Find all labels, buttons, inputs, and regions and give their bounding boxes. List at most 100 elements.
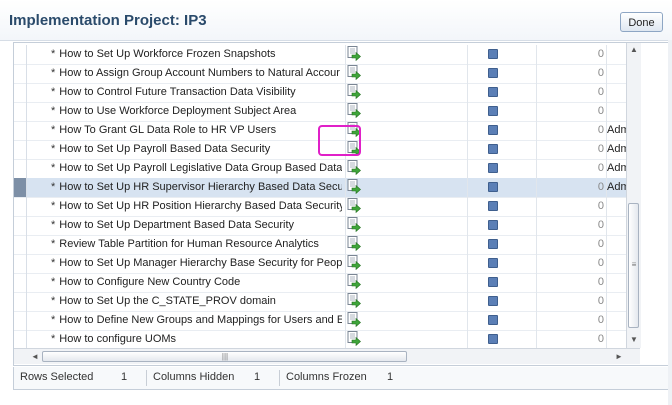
task-name: How to Use Workforce Deployment Subject … bbox=[59, 105, 297, 117]
column-divider bbox=[345, 292, 346, 311]
go-to-task-icon[interactable] bbox=[347, 103, 361, 118]
table-row[interactable]: * How to Set Up the C_STATE_PROV domain 0 bbox=[14, 292, 626, 312]
task-name: How to Define New Groups and Mappings fo… bbox=[59, 314, 342, 326]
horizontal-scroll-thumb[interactable]: ||| bbox=[42, 351, 407, 362]
table-row[interactable]: * How to Control Future Transaction Data … bbox=[14, 83, 626, 103]
row-selector[interactable] bbox=[14, 330, 27, 349]
status-square-icon bbox=[488, 182, 498, 192]
table-row[interactable]: * How to configure UOMs 0 bbox=[14, 330, 626, 350]
task-name-cell: * How to Assign Group Account Numbers to … bbox=[51, 64, 342, 83]
row-selector[interactable] bbox=[14, 159, 27, 178]
count-cell: 0 bbox=[597, 314, 604, 326]
vertical-scrollbar[interactable]: ▲ ≡ ▼ bbox=[626, 43, 641, 348]
task-name: How to Assign Group Account Numbers to N… bbox=[59, 67, 340, 79]
column-divider bbox=[345, 254, 346, 273]
done-button[interactable]: Done bbox=[620, 12, 663, 32]
scroll-right-button[interactable]: ► bbox=[612, 350, 626, 363]
row-selector[interactable] bbox=[14, 235, 27, 254]
assigned-cell bbox=[607, 330, 627, 349]
go-to-task-icon[interactable] bbox=[347, 65, 361, 80]
column-divider bbox=[536, 83, 537, 102]
table-row[interactable]: * How to Use Workforce Deployment Subject… bbox=[14, 102, 626, 122]
table-row[interactable]: * How to Set Up Workforce Frozen Snapshot… bbox=[14, 45, 626, 65]
go-to-task-icon[interactable] bbox=[347, 312, 361, 327]
assigned-cell: Adm bbox=[607, 143, 627, 155]
required-marker: * bbox=[51, 295, 56, 307]
required-marker: * bbox=[51, 162, 56, 174]
assigned-cell bbox=[607, 64, 627, 83]
go-to-task-icon[interactable] bbox=[347, 236, 361, 251]
row-selector[interactable] bbox=[14, 273, 27, 292]
column-divider bbox=[536, 45, 537, 64]
task-name-cell: * How to Control Future Transaction Data … bbox=[51, 83, 342, 102]
table-row[interactable]: * How to Set Up HR Supervisor Hierarchy B… bbox=[14, 178, 627, 198]
go-to-task-icon[interactable] bbox=[347, 217, 361, 232]
table-row[interactable]: * How to Set Up Department Based Data Sec… bbox=[14, 216, 626, 236]
go-to-task-icon[interactable] bbox=[347, 255, 361, 270]
task-name-cell: * How to Set Up Manager Hierarchy Base Se… bbox=[51, 254, 342, 273]
row-selector[interactable] bbox=[14, 64, 27, 83]
go-to-task-icon[interactable] bbox=[347, 160, 361, 175]
assigned-cell bbox=[607, 197, 627, 216]
scroll-up-button[interactable]: ▲ bbox=[627, 43, 641, 56]
assigned-cell bbox=[607, 311, 627, 330]
footer-divider bbox=[146, 370, 147, 386]
go-to-task-icon[interactable] bbox=[347, 293, 361, 308]
count-cell: 0 bbox=[597, 276, 604, 288]
table-row[interactable]: * Review Table Partition for Human Resour… bbox=[14, 235, 626, 255]
go-to-task-icon[interactable] bbox=[347, 331, 361, 346]
column-divider bbox=[536, 292, 537, 311]
go-to-task-icon[interactable] bbox=[347, 84, 361, 99]
count-cell: 0 bbox=[597, 105, 604, 117]
column-divider bbox=[467, 178, 468, 197]
status-square-icon bbox=[488, 277, 498, 287]
assigned-cell: Adm bbox=[607, 162, 627, 174]
status-square-icon bbox=[488, 163, 498, 173]
required-marker: * bbox=[51, 333, 56, 345]
required-marker: * bbox=[51, 181, 56, 193]
status-square-icon bbox=[488, 258, 498, 268]
row-selector[interactable] bbox=[14, 121, 27, 140]
table-row[interactable]: * How to Set Up Manager Hierarchy Base Se… bbox=[14, 254, 626, 274]
column-divider bbox=[536, 121, 537, 140]
task-name: How to Set Up Manager Hierarchy Base Sec… bbox=[59, 257, 342, 269]
assigned-cell bbox=[607, 102, 627, 121]
table-row[interactable]: * How to Set Up Payroll Legislative Data … bbox=[14, 159, 627, 179]
row-selector[interactable] bbox=[14, 311, 27, 330]
row-selector[interactable] bbox=[14, 45, 27, 64]
go-to-task-icon[interactable] bbox=[347, 274, 361, 289]
row-selector[interactable] bbox=[14, 102, 27, 121]
go-to-task-icon[interactable] bbox=[347, 46, 361, 61]
go-to-task-icon[interactable] bbox=[347, 179, 361, 194]
column-divider bbox=[536, 140, 537, 159]
row-selector[interactable] bbox=[14, 292, 27, 311]
row-selector[interactable] bbox=[14, 254, 27, 273]
scroll-down-button[interactable]: ▼ bbox=[627, 333, 641, 346]
table-row[interactable]: * How to Configure New Country Code 0 bbox=[14, 273, 626, 293]
row-selector[interactable] bbox=[14, 83, 27, 102]
assigned-cell: Adm bbox=[607, 124, 627, 136]
table-row[interactable]: * How to Define New Groups and Mappings f… bbox=[14, 311, 626, 331]
table-row[interactable]: * How to Set Up HR Position Hierarchy Bas… bbox=[14, 197, 626, 217]
vertical-scroll-thumb[interactable]: ≡ bbox=[628, 203, 639, 328]
column-divider bbox=[345, 64, 346, 83]
column-divider bbox=[467, 159, 468, 178]
table-row[interactable]: * How to Assign Group Account Numbers to … bbox=[14, 64, 626, 84]
column-divider bbox=[536, 159, 537, 178]
go-to-task-icon[interactable] bbox=[347, 198, 361, 213]
row-selector[interactable] bbox=[14, 197, 27, 216]
count-cell: 0 bbox=[597, 295, 604, 307]
required-marker: * bbox=[51, 143, 56, 155]
count-cell: 0 bbox=[597, 162, 604, 174]
window-edge bbox=[668, 40, 672, 405]
required-marker: * bbox=[51, 238, 56, 250]
count-cell: 0 bbox=[597, 181, 604, 193]
count-cell: 0 bbox=[597, 48, 604, 60]
row-selector[interactable] bbox=[14, 216, 27, 235]
task-name: How to Set Up HR Supervisor Hierarchy Ba… bbox=[59, 181, 342, 193]
row-selector[interactable] bbox=[14, 178, 27, 197]
horizontal-scrollbar[interactable]: ◄ ||| ► bbox=[14, 348, 640, 364]
count-cell: 0 bbox=[597, 124, 604, 136]
scroll-left-button[interactable]: ◄ bbox=[28, 350, 42, 363]
row-selector[interactable] bbox=[14, 140, 27, 159]
